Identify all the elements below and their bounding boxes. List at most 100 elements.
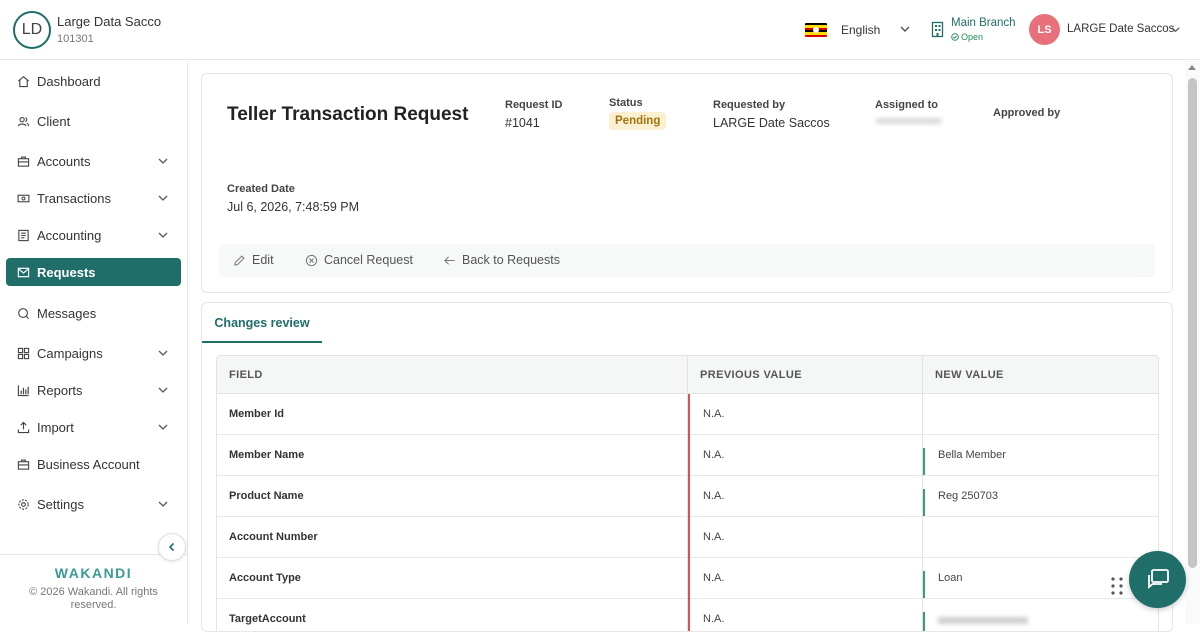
edit-button[interactable]: Edit xyxy=(233,253,274,267)
sidebar-item-accounts[interactable]: Accounts xyxy=(6,147,181,175)
branch-status: Open xyxy=(951,32,983,42)
chevron-down-icon xyxy=(158,501,168,507)
requested-by-label: Requested by xyxy=(713,99,786,111)
created-date-label: Created Date xyxy=(227,183,295,195)
field-name: Member Name xyxy=(229,449,305,461)
table-row: Account Type N.A. Loan xyxy=(217,558,1158,599)
new-value: Reg 250703 xyxy=(938,490,998,502)
chevron-down-icon[interactable] xyxy=(899,23,911,35)
field-name: Member Id xyxy=(229,408,285,420)
scroll-up-arrow-icon[interactable] xyxy=(1188,65,1196,70)
top-bar: LD Large Data Sacco 101301 English Main … xyxy=(0,0,1200,60)
added-marker xyxy=(923,612,925,631)
chat-support-button[interactable] xyxy=(1129,551,1186,608)
previous-value: N.A. xyxy=(703,449,725,461)
column-header-previous-value: PREVIOUS VALUE xyxy=(700,369,802,381)
table-row: Account Number N.A. xyxy=(217,517,1158,558)
previous-value: N.A. xyxy=(703,408,725,420)
changes-review-card: Changes review FIELD PREVIOUS VALUE NEW … xyxy=(201,302,1173,632)
collapse-sidebar-button[interactable] xyxy=(158,533,186,561)
sidebar-item-campaigns[interactable]: Campaigns xyxy=(6,339,181,367)
home-icon xyxy=(18,75,29,87)
sidebar-item-accounting[interactable]: Accounting xyxy=(6,221,181,249)
chevron-down-icon[interactable] xyxy=(1170,24,1181,35)
removed-marker xyxy=(688,435,690,476)
assigned-to-value-redacted xyxy=(876,118,942,124)
branch-name[interactable]: Main Branch xyxy=(951,17,1016,29)
requested-by-value: LARGE Date Saccos xyxy=(713,116,830,130)
removed-marker xyxy=(688,394,690,435)
sidebar-item-business-account[interactable]: Business Account xyxy=(6,450,181,478)
org-avatar[interactable]: LD xyxy=(13,11,51,49)
tab-changes-review[interactable]: Changes review xyxy=(202,303,322,343)
org-name: Large Data Sacco xyxy=(57,14,162,29)
sidebar-item-import[interactable]: Import xyxy=(6,413,181,441)
sidebar-item-settings[interactable]: Settings xyxy=(6,490,181,518)
drag-handle-icon[interactable] xyxy=(1110,576,1124,596)
sidebar-item-transactions[interactable]: Transactions xyxy=(6,184,181,212)
added-marker xyxy=(923,489,925,516)
page-scrollbar[interactable] xyxy=(1185,61,1200,624)
field-name: Product Name xyxy=(229,490,304,502)
added-marker xyxy=(923,448,925,475)
chevron-down-icon xyxy=(158,350,168,356)
chevron-down-icon xyxy=(158,232,168,238)
column-header-new-value: NEW VALUE xyxy=(935,369,1004,381)
target-account-value-redacted xyxy=(938,617,1028,624)
briefcase-icon xyxy=(17,458,30,470)
chevron-down-icon xyxy=(158,195,168,201)
chat-icon xyxy=(18,307,30,319)
table-row: Product Name N.A. Reg 250703 xyxy=(217,476,1158,517)
cancel-request-button[interactable]: Cancel Request xyxy=(305,253,413,267)
arrow-left-icon xyxy=(444,255,455,265)
request-id-label: Request ID xyxy=(505,99,563,111)
table-row: TargetAccount N.A. xyxy=(217,599,1158,631)
check-circle-icon xyxy=(951,33,959,41)
removed-marker xyxy=(688,599,690,631)
users-icon xyxy=(17,116,30,126)
previous-value: N.A. xyxy=(703,572,725,584)
created-date-value: Jul 6, 2026, 7:48:59 PM xyxy=(227,200,360,214)
user-avatar[interactable]: LS xyxy=(1029,14,1060,45)
grid-icon xyxy=(17,347,30,359)
ledger-icon xyxy=(18,229,29,241)
table-header: FIELD PREVIOUS VALUE NEW VALUE xyxy=(217,356,1158,394)
previous-value: N.A. xyxy=(703,613,725,625)
removed-marker xyxy=(688,476,690,517)
page-title: Teller Transaction Request xyxy=(227,104,469,125)
building-icon xyxy=(931,21,944,38)
table-row: Member Name N.A. Bella Member xyxy=(217,435,1158,476)
language-selector[interactable]: English xyxy=(841,23,880,37)
request-id-value: #1041 xyxy=(505,116,540,130)
mail-icon xyxy=(17,267,30,277)
scrollbar-thumb[interactable] xyxy=(1188,78,1197,568)
money-icon xyxy=(17,194,30,202)
sidebar-item-client[interactable]: Client xyxy=(6,107,181,135)
bar-chart-icon xyxy=(17,384,29,396)
chevron-down-icon xyxy=(158,158,168,164)
sidebar-footer: WAKANDI © 2026 Wakandi. All rights reser… xyxy=(0,554,187,624)
chevron-down-icon xyxy=(158,387,168,393)
table-row: Member Id N.A. xyxy=(217,394,1158,435)
close-circle-icon xyxy=(305,254,318,266)
user-name[interactable]: LARGE Date Saccos xyxy=(1067,23,1174,35)
uganda-flag-icon xyxy=(805,23,827,37)
sidebar-item-dashboard[interactable]: Dashboard xyxy=(6,67,181,95)
upload-icon xyxy=(17,421,30,433)
previous-value: N.A. xyxy=(703,490,725,502)
sidebar-item-messages[interactable]: Messages xyxy=(6,299,181,327)
sidebar-item-requests[interactable]: Requests xyxy=(6,258,181,286)
assigned-to-label: Assigned to xyxy=(875,99,938,111)
sidebar-item-reports[interactable]: Reports xyxy=(6,376,181,404)
brand-logo: WAKANDI xyxy=(54,565,133,581)
pencil-icon xyxy=(234,254,245,266)
status-badge: Pending xyxy=(609,112,667,130)
chat-bubble-icon xyxy=(1147,568,1169,589)
briefcase-icon xyxy=(17,155,30,167)
back-to-requests-button[interactable]: Back to Requests xyxy=(443,253,560,267)
approved-by-label: Approved by xyxy=(993,107,1061,119)
added-marker xyxy=(923,571,925,598)
field-name: TargetAccount xyxy=(229,613,306,625)
removed-marker xyxy=(688,558,690,599)
status-label: Status xyxy=(609,97,643,109)
